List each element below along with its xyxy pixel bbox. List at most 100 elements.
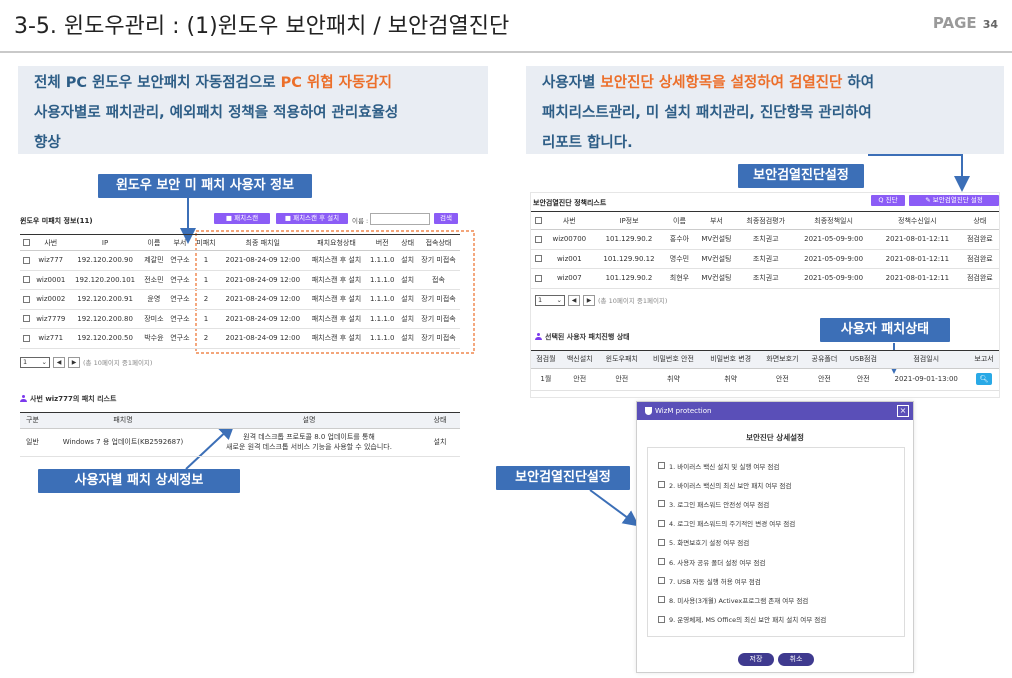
security-detail-modal: WizM protection × 보안진단 상세설정 1. 바이러스 백신 설… <box>636 401 914 673</box>
next-page-icon[interactable]: ▶ <box>68 356 80 368</box>
checklist-item[interactable]: 3. 로그인 패스워드 안전성 여부 점검 <box>658 494 904 513</box>
prev-page-icon[interactable]: ◀ <box>53 356 65 368</box>
row-checkbox[interactable] <box>534 274 542 282</box>
table-row[interactable]: 1월 안전 안전 취약 취약 안전 안전 안전 2021-09-01-13:00… <box>531 368 999 391</box>
col-header: 정책수신일시 <box>874 211 961 230</box>
col-header: 점검월 <box>531 349 561 369</box>
item-checkbox[interactable] <box>658 558 665 566</box>
row-checkbox[interactable] <box>22 276 30 284</box>
search-button[interactable]: 검색 <box>434 213 458 224</box>
table-cell: 패치스캔 후 설치 <box>306 328 367 349</box>
table-row[interactable]: wiz0002 192.120.200.91 윤영 연구소 2 2021-08-24-09… <box>20 289 460 310</box>
item-checkbox[interactable] <box>658 481 665 489</box>
patch-desc-line: 새로운 원격 데스크톱 서비스 기능을 사용할 수 있습니다. <box>226 443 392 451</box>
table-cell: 안전 <box>598 368 645 391</box>
table-row[interactable]: wiz777 192.120.200.90 제갈민 연구소 1 2021-08-24-09… <box>20 250 460 271</box>
table-cell: 설치 <box>398 328 417 349</box>
page-select[interactable]: 1 ⌄ <box>20 356 50 368</box>
table-cell: 장기 미접속 <box>417 250 460 271</box>
row-checkbox[interactable] <box>22 295 30 303</box>
item-checkbox[interactable] <box>658 462 665 470</box>
col-header: 비밀번호 안전 <box>644 349 703 369</box>
left-toolbar: 윈도우 미패치 정보(11) ■ 패치스캔 ■ 패치스캔 후 설치 이름 : 검… <box>20 210 460 230</box>
item-checkbox[interactable] <box>658 519 665 527</box>
table-cell: 2021-08-01-12:11 <box>874 268 961 289</box>
pager-text: (총 10페이지 중1페이지) <box>598 297 668 305</box>
next-page-icon[interactable]: ▶ <box>583 294 595 306</box>
checklist-item[interactable]: 4. 로그인 패스워드의 주기적인 변경 여부 점검 <box>658 514 904 533</box>
table-cell: 취약 <box>644 368 703 391</box>
policy-list-title: 보안검열진단 정책리스트 <box>533 199 607 207</box>
checklist-item[interactable]: 5. 화면보호기 설정 여부 점검 <box>658 533 904 552</box>
row-check-cell <box>20 328 33 349</box>
selected-status-text: 선택된 사용자 패치진행 상태 <box>545 332 630 341</box>
table-cell: 박수윤 <box>140 328 167 349</box>
table-cell: 연구소 <box>166 328 193 349</box>
col-header: 상태 <box>398 234 417 251</box>
table-cell: 192.120.200.101 <box>69 270 141 290</box>
checklist-item[interactable]: 6. 사용자 공유 폴더 설정 여부 점검 <box>658 552 904 571</box>
row-checkbox[interactable] <box>22 256 30 264</box>
table-cell: 101.129.90.2 <box>593 229 665 250</box>
diagnose-button[interactable]: Q 진단 <box>871 195 905 206</box>
item-checkbox[interactable] <box>658 615 665 623</box>
policy-header-row: 사번 IP정보 이름 부서 최종점검평가 최종정책일시 정책수신일시 상태 <box>531 211 999 230</box>
checklist-item[interactable]: 1. 바이러스 백신 설치 및 실행 여부 점검 <box>658 456 904 475</box>
select-all-checkbox[interactable] <box>534 217 542 224</box>
close-icon[interactable]: × <box>897 405 909 417</box>
item-checkbox[interactable] <box>658 596 665 604</box>
table-cell: 일반 <box>20 428 48 457</box>
table-row[interactable]: wiz0001 192.120.200.101 전소민 연구소 1 2021-08-24-… <box>20 270 460 290</box>
table-cell: 설치 <box>398 309 417 329</box>
col-header: 사번 <box>32 234 70 251</box>
checklist-box: 1. 바이러스 백신 설치 및 실행 여부 점검 2. 바이러스 백신의 최신 … <box>647 447 905 637</box>
search-icon[interactable]: 🔍︎ <box>976 373 993 385</box>
audit-setting-button[interactable]: ✎ 보안검열진단 설정 <box>909 195 999 206</box>
table-cell: wiz771 <box>32 328 70 349</box>
table-cell: 조치권고 <box>738 249 794 269</box>
name-search-input[interactable] <box>370 213 430 225</box>
table-row[interactable]: 일반 Windows 7 용 업데이트(KB2592687) 원격 데스크톱 프… <box>20 428 460 457</box>
table-row[interactable]: wiz001 101.129.90.12 명수민 MV컨설팅 조치권고 2021-05-0… <box>531 249 999 269</box>
row-checkbox[interactable] <box>22 315 30 323</box>
chevron-down-icon: ⌄ <box>41 357 47 366</box>
col-header: 최종정책일시 <box>793 211 875 230</box>
checklist-item[interactable]: 9. 운영체제, MS Office의 최신 보안 패치 설치 여부 점검 <box>658 610 904 629</box>
checklist-item[interactable]: 8. 미사용(3개월) Activex프로그램 존재 여부 점검 <box>658 590 904 609</box>
table-cell: wiz007 <box>545 268 594 289</box>
cancel-button[interactable]: 취소 <box>778 653 814 666</box>
unpatched-title: 윈도우 미패치 정보(11) <box>20 217 93 225</box>
table-cell: 윤영 <box>140 289 167 310</box>
patchlist-header-row: 구분 패치명 설명 상태 <box>20 411 460 429</box>
patch-scan-button[interactable]: ■ 패치스캔 <box>214 213 270 224</box>
table-cell: 연구소 <box>166 250 193 271</box>
item-checkbox[interactable] <box>658 577 665 585</box>
item-checkbox[interactable] <box>658 538 665 546</box>
checklist-item[interactable]: 2. 바이러스 백신의 최신 보안 패치 여부 점검 <box>658 475 904 494</box>
table-cell: 192.120.200.50 <box>69 328 141 349</box>
col-header: 최종점검평가 <box>738 211 794 230</box>
checklist-item[interactable]: 7. USB 자동 실행 허용 여부 점검 <box>658 571 904 590</box>
table-row[interactable]: wiz7779 192.120.200.80 장미소 연구소 1 2021-08-24-0… <box>20 309 460 329</box>
table-row[interactable]: wiz771 192.120.200.50 박수윤 연구소 2 2021-08-24-09… <box>20 328 460 349</box>
prev-page-icon[interactable]: ◀ <box>568 294 580 306</box>
select-all-checkbox[interactable] <box>22 239 30 246</box>
table-row[interactable]: wiz00700 101.129.90.2 홍수아 MV컨설팅 조치권고 2021-05-… <box>531 229 999 250</box>
page-select[interactable]: 1 ⌄ <box>535 294 565 306</box>
save-button[interactable]: 저장 <box>738 653 774 666</box>
table-cell: 192.120.200.90 <box>69 250 141 271</box>
row-checkbox[interactable] <box>534 235 542 243</box>
unpatched-header-row: 사번 IP 이름 부서 미패치 최종 패치일 패치요청상태 버전 상태 접속상태 <box>20 234 460 251</box>
table-cell: 설치 <box>398 270 417 290</box>
table-cell: 1.1.1.0 <box>366 289 399 310</box>
table-row[interactable]: wiz007 101.129.90.2 최현우 MV컨설팅 조치권고 2021-05-09… <box>531 268 999 289</box>
patch-scan-install-button[interactable]: ■ 패치스캔 후 설치 <box>276 213 348 224</box>
row-checkbox[interactable] <box>22 334 30 342</box>
chevron-down-icon: ⌄ <box>556 295 562 304</box>
row-checkbox[interactable] <box>534 255 542 263</box>
col-header: 접속상태 <box>417 234 460 251</box>
item-checkbox[interactable] <box>658 500 665 508</box>
checklist-label: 8. 미사용(3개월) Activex프로그램 존재 여부 점검 <box>669 596 809 605</box>
table-cell: 안전 <box>843 368 884 391</box>
col-header: 버전 <box>366 234 399 251</box>
